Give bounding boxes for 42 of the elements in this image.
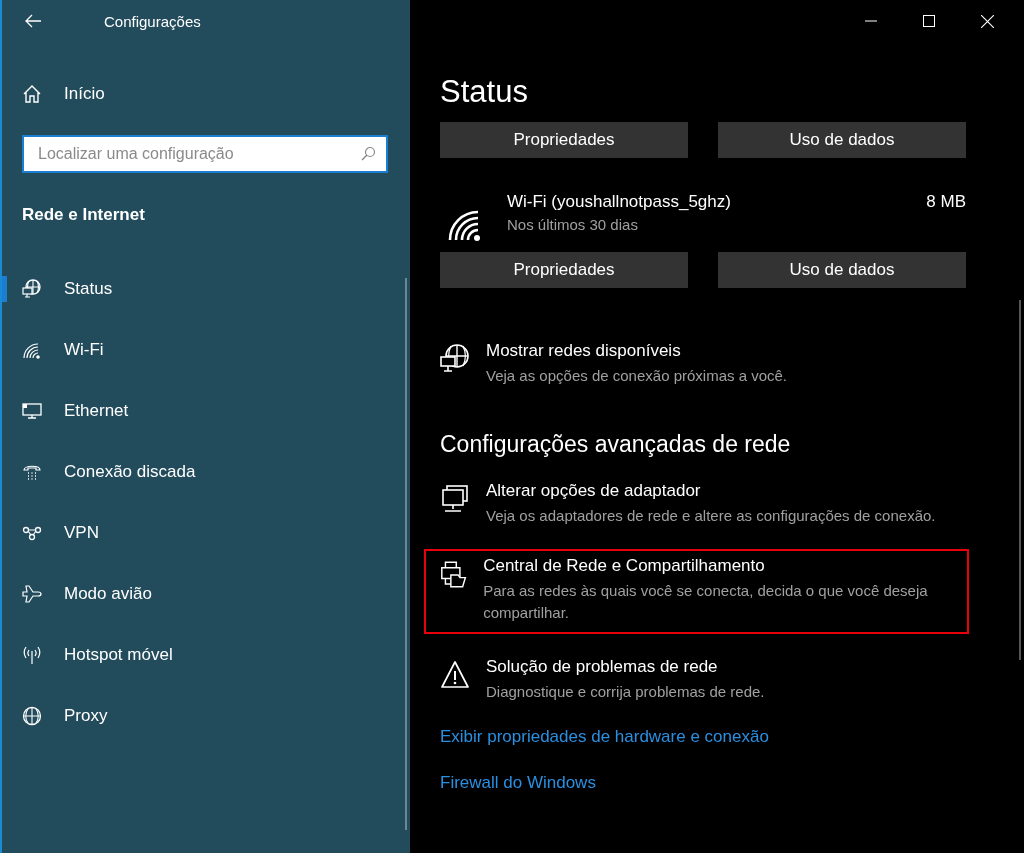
action-button[interactable]: Uso de dados	[718, 122, 966, 158]
section-heading: Configurações avançadas de rede	[440, 431, 791, 458]
close-icon[interactable]	[981, 14, 994, 28]
globe-icon	[22, 705, 42, 726]
back-arrow-icon[interactable]	[24, 14, 42, 28]
nav-item[interactable]: VPN	[2, 502, 362, 563]
action-button[interactable]: Propriedades	[440, 122, 688, 158]
page-title: Status	[440, 73, 528, 111]
globe-monitor-icon	[440, 344, 470, 374]
setting-link[interactable]: Solução de problemas de rede Diagnostique e corrija problemas de rede.	[424, 650, 969, 709]
nav-item[interactable]: Ethernet	[2, 380, 362, 441]
network-period: Nos últimos 30 dias	[507, 216, 639, 233]
home-link[interactable]: Início	[22, 70, 111, 118]
monitors-icon	[440, 484, 470, 514]
search-icon	[360, 146, 376, 162]
setting-link[interactable]: Alterar opções de adaptador Veja os adaptadores de rede e altere as configurações de conexão.	[424, 474, 969, 533]
wifi-icon	[448, 210, 482, 242]
setting-link[interactable]: Mostrar redes disponíveis Veja as opções de conexão próximas a você.	[440, 340, 788, 387]
nav-item[interactable]: Hotspot móvel	[2, 624, 362, 685]
monitor-icon	[22, 400, 42, 421]
antenna-icon	[22, 644, 42, 665]
setting-link[interactable]: Central de Rede e Compartilhamento Para as redes às quais você se conecta, decida o que você deseja compartilhar.	[424, 549, 969, 634]
nav-item[interactable]: Modo avião	[2, 563, 362, 624]
data-usage: 8 MB	[926, 192, 966, 212]
network-name: Wi-Fi (youshallnotpass_5ghz)	[507, 192, 732, 212]
link[interactable]: Firewall do Windows	[440, 773, 596, 793]
search-field[interactable]: Localizar uma configuração	[22, 135, 388, 173]
nav-item[interactable]: Proxy	[2, 685, 362, 746]
nav-item[interactable]: Wi-Fi	[2, 319, 362, 380]
maximize-icon[interactable]	[923, 15, 935, 27]
airplane-icon	[22, 583, 42, 604]
warning-icon	[440, 660, 470, 690]
globe-monitor-icon	[22, 278, 42, 299]
printer-folder-icon	[440, 559, 468, 589]
action-button[interactable]: Uso de dados	[718, 252, 966, 288]
action-button[interactable]: Propriedades	[440, 252, 688, 288]
section-heading: Rede e Internet	[22, 204, 145, 226]
home-icon	[22, 84, 42, 104]
link[interactable]: Exibir propriedades de hardware e conexão	[440, 727, 769, 747]
nav-item[interactable]: Conexão discada	[2, 441, 362, 502]
nav-item[interactable]: Status	[2, 258, 362, 319]
window-title: Configurações	[104, 12, 201, 30]
